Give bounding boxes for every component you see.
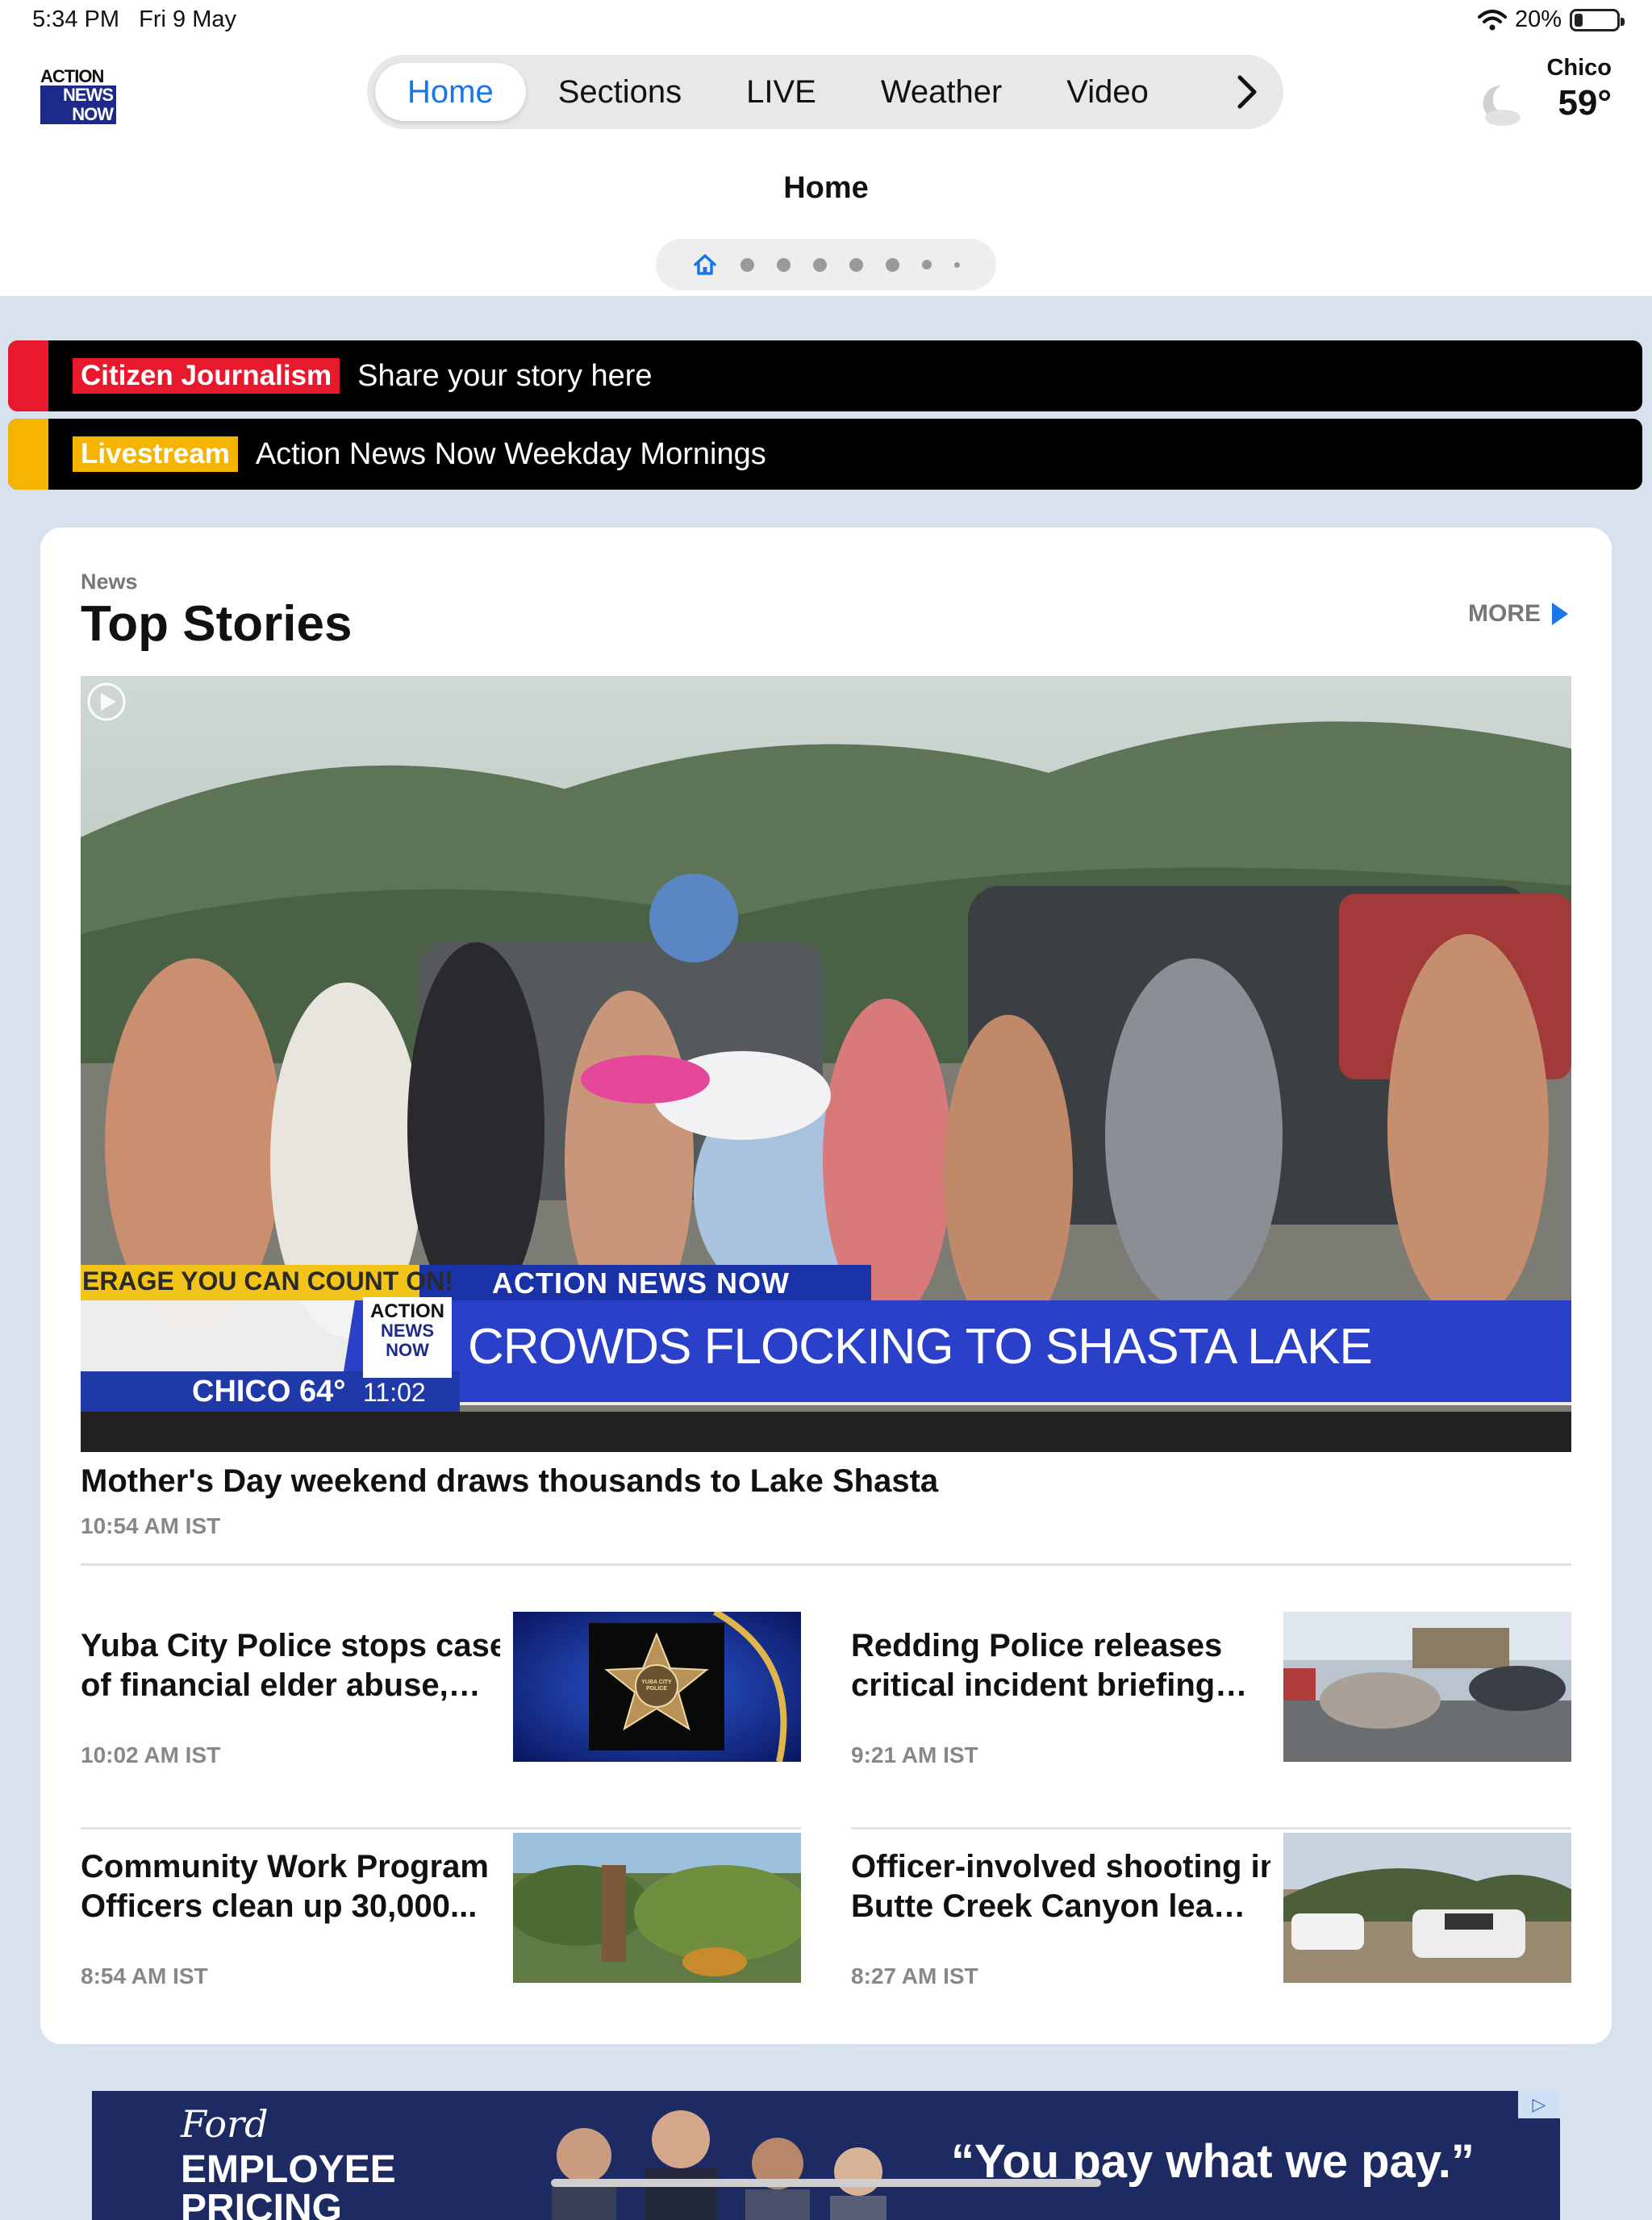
page-dot [886,257,899,272]
weather-widget[interactable]: Chico 59° [1483,55,1612,126]
story-timestamp: 9:21 AM IST [851,1742,978,1767]
banner-stripe [8,340,48,411]
story-title-line1: Community Work Program [81,1849,489,1884]
banner-stripe [8,419,48,490]
home-indicator[interactable] [551,2179,1101,2187]
divider [81,1563,1571,1566]
hero-headline-text[interactable]: Mother's Day weekend draws thousands to … [81,1463,938,1500]
more-label: MORE [1468,600,1541,627]
tab-weather[interactable]: Weather [849,63,1034,121]
banner-text: Share your story here [357,358,653,393]
weather-temp: 59° [1558,83,1612,123]
story-timestamp: 8:27 AM IST [851,1963,978,1988]
ad-banner[interactable]: Ford EMPLOYEE PRICING “You pay what we p… [92,2091,1560,2220]
story-thumbnail [513,1833,801,1983]
story-title-line2: Butte Creek Canyon leave... [851,1888,1254,1924]
hero-clock: 11:02 [363,1378,426,1407]
page-dot [954,261,960,268]
logo-line-3: NOW [72,104,114,124]
page-dot [922,260,932,269]
page-indicator[interactable] [656,239,996,290]
story-title-line2: Officers clean up 30,000... [81,1888,478,1924]
divider [851,2048,1571,2051]
ad-headline-2: PRICING [181,2187,343,2220]
story-timestamp: 10:02 AM IST [81,1742,221,1767]
status-clock: 5:34 PM [32,6,119,32]
tab-sections[interactable]: Sections [526,63,714,121]
status-date: Fri 9 May [139,6,237,32]
tab-video[interactable]: Video [1034,63,1181,121]
tab-home[interactable]: Home [375,63,526,121]
story-card[interactable]: Yuba City Police stops case of financial… [81,1612,801,1830]
section-kicker: News [81,570,138,594]
app-header: 5:34 PM Fri 9 May 20% ACTION NEWS NOW Ho… [0,0,1652,296]
hero-timestamp: 10:54 AM IST [81,1513,221,1538]
tab-live[interactable]: LIVE [714,63,849,121]
story-card[interactable]: Redding Police releases critical inciden… [851,1612,1571,1830]
citizen-journalism-banner[interactable]: Citizen Journalism Share your story here [8,340,1642,411]
page-dot [849,257,863,272]
wifi-icon [1477,9,1507,30]
page-dot [740,257,754,272]
hero-headline: CROWDS FLOCKING TO SHASTA LAKE [468,1319,1373,1375]
police-badge-text: YUBA CITY POLICE [641,1680,672,1692]
section-title: Top Stories [81,596,353,652]
play-triangle-icon [1552,603,1568,625]
hero-station: ACTION NEWS NOW [492,1266,790,1300]
ad-headline-1: EMPLOYEE [181,2148,396,2191]
hero-ticker: ERAGE YOU CAN COUNT ON! [82,1266,453,1296]
more-link[interactable]: MORE [1468,600,1568,628]
banner-tag: Citizen Journalism [73,358,340,394]
weather-city: Chico [1546,55,1612,81]
hero-overlay-logo: ACTION NEWS NOW [365,1302,450,1360]
hero-logo-1: ACTION [370,1300,444,1322]
divider [81,2048,801,2051]
story-title-line2: critical incident briefing v... [851,1667,1254,1703]
story-card[interactable]: Community Work Program Officers clean up… [81,1833,801,2051]
logo-box: NEWS NOW [40,86,116,124]
chevron-right-icon[interactable] [1235,74,1259,110]
ad-choices-icon[interactable]: ▷ [1518,2091,1560,2118]
page-dot [777,257,791,272]
hero-city-temp: CHICO 64° [192,1375,346,1408]
section-nav: Home Sections LIVE Weather Video [367,55,1283,129]
ad-brand-logo: Ford [181,2102,269,2146]
story-title-line1: Officer-involved shooting in [851,1849,1270,1884]
story-card[interactable]: Officer-involved shooting in Butte Creek… [851,1833,1571,2051]
divider [851,1827,1571,1830]
battery-icon [1570,8,1625,31]
story-title-line2: of financial elder abuse, t... [81,1667,484,1703]
play-circle-icon [87,682,127,723]
station-logo[interactable]: ACTION NEWS NOW [40,68,116,127]
status-time: 5:34 PM Fri 9 May [32,6,236,33]
page-dot [813,257,827,272]
story-thumbnail [1283,1833,1571,1983]
hero-logo-2: NEWS [381,1321,434,1341]
hero-logo-3: NOW [386,1340,429,1360]
moon-cloud-icon [1483,85,1521,126]
livestream-banner[interactable]: Livestream Action News Now Weekday Morni… [8,419,1642,490]
divider [81,1827,801,1830]
home-icon [694,254,716,275]
story-timestamp: 8:54 AM IST [81,1963,208,1988]
battery-percent: 20% [1514,6,1562,32]
status-indicators: 20% [1477,6,1625,33]
top-stories-card: News Top Stories MORE ERAGE YOU CAN COUN… [40,528,1612,2051]
page-title: Home [783,171,869,205]
story-title-line1: Yuba City Police stops case [81,1628,500,1663]
hero-video-thumbnail[interactable]: ERAGE YOU CAN COUNT ON! ACTION NEWS NOW … [81,676,1571,1452]
banner-tag: Livestream [73,436,238,472]
story-thumbnail: YUBA CITY POLICE [513,1612,801,1762]
story-title-line1: Redding Police releases [851,1628,1223,1663]
logo-line-2: NEWS [63,85,114,105]
ad-people-image [552,2110,886,2220]
story-thumbnail [1283,1612,1571,1762]
banner-text: Action News Now Weekday Mornings [255,436,766,471]
logo-line-1: ACTION [40,66,104,86]
